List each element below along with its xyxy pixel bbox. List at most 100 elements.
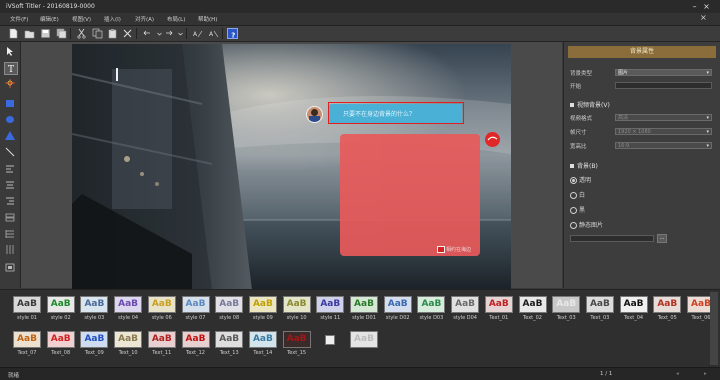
radio-black[interactable]: 黑 [570, 205, 585, 214]
style-preview: AaB [13, 331, 41, 348]
open-file-icon[interactable] [24, 28, 35, 39]
menu-edit[interactable]: 编辑(E) [40, 15, 59, 23]
minimize-button[interactable]: – [690, 2, 699, 11]
style-thumbnail[interactable]: AaB style 06 [147, 296, 177, 321]
selection-frame[interactable] [328, 102, 464, 124]
background-section[interactable]: 背景(B) [570, 161, 598, 170]
style-thumbnail[interactable]: AaB Text_13 [214, 331, 244, 356]
menu-insert[interactable]: 插入(I) [104, 15, 121, 23]
style-thumbnail[interactable]: AaB style D04 [450, 296, 480, 321]
bg-type-select[interactable]: 图片 ▾ [615, 69, 712, 76]
save-icon[interactable] [40, 28, 51, 39]
style-thumbnail[interactable]: AaB style 03 [79, 296, 109, 321]
style-thumbnail[interactable]: AaB style 02 [46, 296, 76, 321]
menu-help[interactable]: 帮助(H) [198, 15, 217, 23]
triangle-tool-icon[interactable] [4, 130, 16, 141]
style-thumbnail[interactable]: AaB style 07 [181, 296, 211, 321]
style-thumbnail[interactable]: AaB style 11 [315, 296, 345, 321]
layer-icon[interactable] [4, 228, 16, 239]
close-button[interactable]: × [702, 2, 711, 11]
prev-page-icon[interactable]: ◂ [676, 371, 679, 377]
align-center-icon[interactable] [4, 180, 16, 191]
video-bg-section[interactable]: 视频背景(V) [570, 100, 610, 109]
style-thumbnail[interactable] [315, 331, 345, 347]
radio-dot-icon [570, 222, 577, 229]
menu-align[interactable]: 对齐(A) [135, 15, 154, 23]
style-thumbnail[interactable]: AaB Text_14 [248, 331, 278, 356]
style-thumbnail[interactable]: AaB style D03 [416, 296, 446, 321]
undo-icon[interactable] [142, 28, 153, 39]
start-input[interactable] [615, 82, 712, 89]
crop-tool-icon[interactable] [4, 78, 16, 89]
style-thumbnail[interactable]: AaB Text_08 [46, 331, 76, 356]
line-tool-icon[interactable] [4, 146, 16, 157]
menu-close-icon[interactable]: × [700, 13, 707, 22]
radio-transparent[interactable]: 透明 [570, 175, 591, 184]
text-tool-icon[interactable]: T [4, 62, 18, 75]
help-icon[interactable]: ? [227, 28, 238, 40]
gallery-scrollbar[interactable] [710, 292, 718, 365]
image-path-input[interactable] [570, 235, 654, 242]
style-name: Text_05 [657, 315, 677, 321]
sticker-panel[interactable]: 相约在海边 [340, 134, 480, 256]
aspect-select[interactable]: 16:9 ▾ [615, 142, 712, 149]
radio-static-image[interactable]: 静态图片 [570, 220, 603, 229]
style-thumbnail[interactable]: AaB style 09 [248, 296, 278, 321]
status-bar: 就绪 1 / 1 ◂ ▸ [0, 367, 720, 380]
new-file-icon[interactable] [8, 28, 19, 39]
red-sticker-icon[interactable] [485, 132, 500, 147]
menu-view[interactable]: 视图(V) [72, 15, 91, 23]
menu-file[interactable]: 文件(F) [10, 15, 28, 23]
copy-icon[interactable] [92, 28, 103, 39]
style-thumbnail[interactable]: AaB Text_09 [79, 331, 109, 356]
style-preview: AaB [181, 296, 210, 313]
delete-icon[interactable] [122, 28, 133, 39]
style-thumbnail[interactable]: AaB style 01 [12, 296, 42, 321]
distribute-icon[interactable] [4, 212, 16, 223]
rectangle-tool-icon[interactable] [4, 98, 16, 109]
align-right-icon[interactable] [4, 196, 16, 207]
title-canvas[interactable]: 只要不在身边背景的什么？ 相约在海边 [72, 44, 511, 290]
style-thumbnail[interactable]: AaB [349, 331, 379, 350]
save-all-icon[interactable] [56, 28, 67, 39]
style-thumbnail[interactable]: AaB Text_11 [147, 331, 177, 356]
cut-icon[interactable] [76, 28, 87, 39]
redo-dropdown-icon[interactable] [175, 28, 183, 39]
style-thumbnail[interactable]: AaB Text_15 [282, 331, 312, 356]
text-format-icon[interactable]: A [192, 28, 203, 39]
frame-size-select[interactable]: 1920 × 1080 ▾ [615, 128, 712, 135]
style-thumbnail[interactable]: AaB Text_10 [113, 331, 143, 356]
ellipse-tool-icon[interactable] [4, 114, 16, 125]
paste-icon[interactable] [107, 28, 118, 39]
style-thumbnail[interactable]: AaB Text_02 [518, 296, 548, 321]
text-style-icon[interactable]: A [208, 28, 219, 39]
style-thumbnail[interactable]: AaB Text_04 [619, 296, 649, 321]
select-tool-icon[interactable] [4, 46, 16, 57]
style-thumbnail[interactable]: AaB style 04 [113, 296, 143, 321]
next-page-icon[interactable]: ▸ [704, 371, 707, 377]
group-icon[interactable] [4, 244, 16, 255]
style-thumbnail[interactable]: AaB Text_07 [12, 331, 42, 356]
style-name: Text_15 [287, 350, 307, 356]
redo-icon[interactable] [163, 28, 174, 39]
menu-layout[interactable]: 布局(L) [167, 15, 185, 23]
style-thumbnail[interactable]: AaB Text_01 [484, 296, 514, 321]
section-bullet-icon [570, 103, 574, 107]
style-thumbnail[interactable]: AaB style D01 [349, 296, 379, 321]
style-thumbnail[interactable]: AaB style 10 [282, 296, 312, 321]
undo-dropdown-icon[interactable] [154, 28, 162, 39]
style-thumbnail[interactable]: AaB Text_03 [551, 296, 581, 321]
style-thumbnail[interactable]: AaB Text_12 [181, 331, 211, 356]
style-thumbnail[interactable]: AaB Text_05 [652, 296, 682, 321]
style-name: Text_11 [152, 350, 172, 356]
frame-icon[interactable] [4, 262, 16, 273]
align-left-icon[interactable] [4, 164, 16, 175]
style-preview: AaB [215, 331, 244, 348]
style-thumbnail[interactable]: AaB style 08 [214, 296, 244, 321]
browse-button[interactable]: ... [657, 234, 667, 243]
radio-dot-icon [570, 192, 577, 199]
style-thumbnail[interactable]: AaB style D02 [383, 296, 413, 321]
radio-white[interactable]: 白 [570, 190, 585, 199]
style-thumbnail[interactable]: AaB Text_03 [585, 296, 615, 321]
video-format-select[interactable]: 高清 ▾ [615, 114, 712, 121]
